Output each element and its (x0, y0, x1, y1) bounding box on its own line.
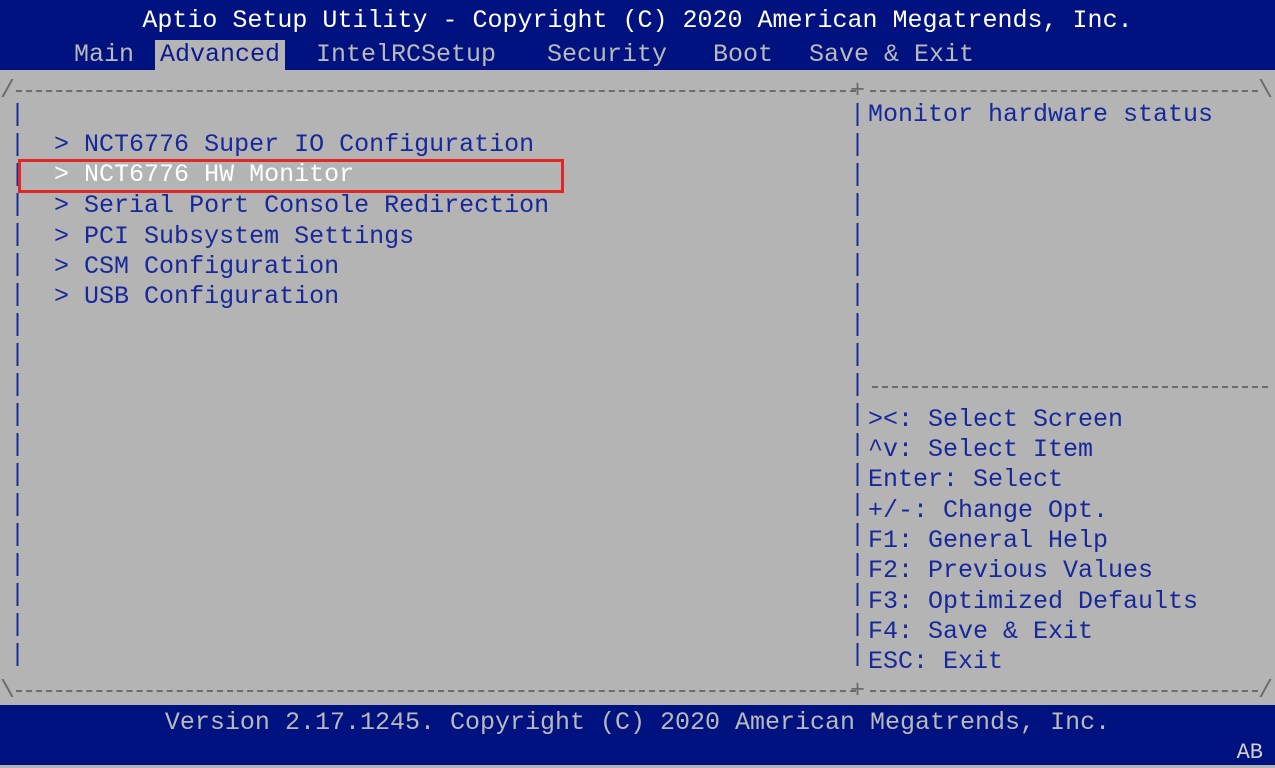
language-indicator: AB (1236, 740, 1263, 765)
tab-intelrcsetup[interactable]: IntelRCSetup (311, 40, 501, 70)
key-help-f1: F1: General Help (868, 526, 1109, 555)
tab-boot[interactable]: Boot (708, 40, 778, 70)
key-help-f3: F3: Optimized Defaults (868, 587, 1199, 616)
tab-main[interactable]: Main (69, 40, 139, 70)
middle-border: | | | | | | | | | | | | | | | | | | | (850, 100, 866, 669)
frame-junction-bottom: + (850, 676, 866, 705)
frame-bottom-right-line (870, 690, 1258, 692)
menu-item-usb[interactable]: > USB Configuration (24, 252, 339, 312)
tab-advanced[interactable]: Advanced (155, 40, 286, 70)
key-help-select-item: ^v: Select Item (868, 435, 1094, 464)
version-text: Version 2.17.1245. Copyright (C) 2020 Am… (164, 708, 1111, 737)
frame-bottom-left-line (16, 690, 856, 692)
frame-top-right-line (870, 90, 1258, 92)
app-title: Aptio Setup Utility - Copyright (C) 2020… (142, 6, 1133, 35)
tab-save-exit[interactable]: Save & Exit (804, 40, 979, 70)
frame-top-left-line (16, 90, 856, 92)
submenu-marker: > (54, 282, 70, 311)
tab-security[interactable]: Security (542, 40, 672, 70)
frame-corner-bottom-left: \ (0, 676, 16, 705)
menu-item-label: USB Configuration (84, 282, 340, 311)
key-help-enter: Enter: Select (868, 465, 1064, 494)
frame-corner-bottom-right: / (1258, 676, 1274, 705)
frame-corner-top-right: \ (1258, 76, 1274, 105)
key-help-f4: F4: Save & Exit (868, 617, 1094, 646)
key-help-esc: ESC: Exit (868, 647, 1004, 676)
key-help-change-opt: +/-: Change Opt. (868, 496, 1109, 525)
key-help-f2: F2: Previous Values (868, 556, 1154, 585)
key-help-select-screen: ><: Select Screen (868, 405, 1124, 434)
help-separator (872, 386, 1268, 388)
highlight-box (18, 159, 564, 193)
help-description: Monitor hardware status (868, 100, 1214, 129)
